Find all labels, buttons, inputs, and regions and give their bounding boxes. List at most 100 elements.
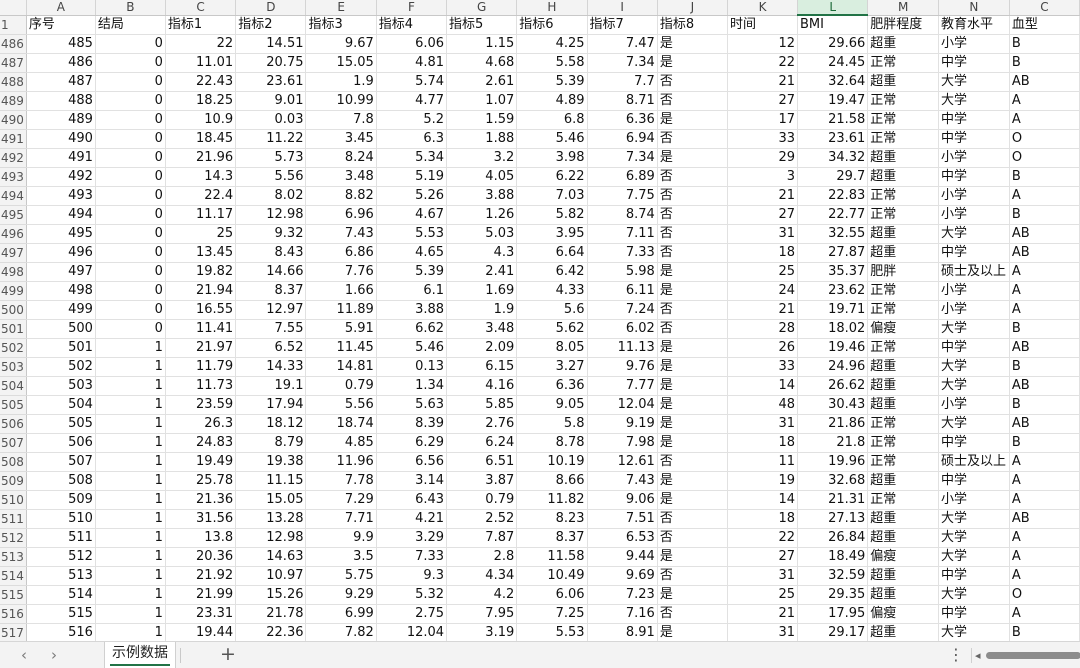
table-cell[interactable]: AB	[1009, 243, 1080, 263]
row-number[interactable]: 510	[0, 490, 27, 510]
table-cell[interactable]: 7.8	[305, 110, 377, 130]
table-cell[interactable]: 21.96	[165, 148, 237, 168]
table-cell[interactable]: 33	[727, 129, 799, 149]
table-cell[interactable]: 11.96	[305, 452, 377, 472]
table-cell[interactable]: 3.48	[446, 319, 518, 339]
table-cell[interactable]: 正常	[867, 129, 939, 149]
table-cell[interactable]: 大学	[938, 547, 1010, 567]
table-cell[interactable]: 32.59	[797, 566, 869, 586]
table-cell[interactable]: 8.71	[587, 91, 658, 111]
column-title[interactable]: 指标6	[516, 15, 588, 35]
table-cell[interactable]: 1.59	[446, 110, 518, 130]
table-cell[interactable]: 1	[95, 528, 166, 548]
table-cell[interactable]: 8.05	[516, 338, 588, 358]
table-cell[interactable]: 7.55	[235, 319, 307, 339]
table-cell[interactable]: 1	[95, 414, 166, 434]
table-cell[interactable]: 0.13	[376, 357, 448, 377]
table-cell[interactable]: 否	[657, 452, 729, 472]
table-cell[interactable]: 7.33	[587, 243, 658, 263]
table-cell[interactable]: 5.26	[376, 186, 448, 206]
table-cell[interactable]: 23.61	[797, 129, 869, 149]
table-cell[interactable]: 小学	[938, 186, 1010, 206]
table-cell[interactable]: 17.95	[797, 604, 869, 624]
table-cell[interactable]: 21	[727, 604, 799, 624]
table-cell[interactable]: 8.39	[376, 414, 448, 434]
table-cell[interactable]: 506	[26, 433, 96, 453]
table-cell[interactable]: 1	[95, 566, 166, 586]
table-cell[interactable]: 16.55	[165, 300, 237, 320]
table-cell[interactable]: 4.25	[516, 34, 588, 54]
row-number[interactable]: 497	[0, 243, 27, 263]
table-cell[interactable]: 10.9	[165, 110, 237, 130]
table-cell[interactable]: 否	[657, 186, 729, 206]
table-cell[interactable]: 7.24	[587, 300, 658, 320]
table-cell[interactable]: 中学	[938, 167, 1010, 187]
table-cell[interactable]: 正常	[867, 452, 939, 472]
table-cell[interactable]: 6.02	[587, 319, 658, 339]
table-cell[interactable]: 大学	[938, 509, 1010, 529]
table-cell[interactable]: 1	[95, 433, 166, 453]
table-cell[interactable]: 8.91	[587, 623, 658, 641]
table-cell[interactable]: 3.45	[305, 129, 377, 149]
table-cell[interactable]: 22	[165, 34, 237, 54]
table-cell[interactable]: 小学	[938, 148, 1010, 168]
table-cell[interactable]: 21	[727, 300, 799, 320]
table-cell[interactable]: 否	[657, 509, 729, 529]
table-cell[interactable]: 6.64	[516, 243, 588, 263]
table-cell[interactable]: 1.69	[446, 281, 518, 301]
table-cell[interactable]: 18	[727, 433, 799, 453]
table-cell[interactable]: 5.56	[305, 395, 377, 415]
table-cell[interactable]: 7.29	[305, 490, 377, 510]
add-sheet-button[interactable]: +	[218, 642, 238, 668]
table-cell[interactable]: A	[1009, 528, 1080, 548]
table-cell[interactable]: 0	[95, 300, 166, 320]
row-number[interactable]: 487	[0, 53, 27, 73]
table-cell[interactable]: 5.58	[516, 53, 588, 73]
table-cell[interactable]: 7.11	[587, 224, 658, 244]
table-cell[interactable]: 18.02	[797, 319, 869, 339]
row-number[interactable]: 486	[0, 34, 27, 54]
table-cell[interactable]: 6.15	[446, 357, 518, 377]
table-cell[interactable]: 9.76	[587, 357, 658, 377]
table-cell[interactable]: 0.03	[235, 110, 307, 130]
table-cell[interactable]: 516	[26, 623, 96, 641]
row-number[interactable]: 512	[0, 528, 27, 548]
table-cell[interactable]: 9.29	[305, 585, 377, 605]
table-cell[interactable]: 18.45	[165, 129, 237, 149]
table-cell[interactable]: 7.76	[305, 262, 377, 282]
table-cell[interactable]: B	[1009, 34, 1080, 54]
table-cell[interactable]: 大学	[938, 623, 1010, 641]
table-cell[interactable]: 1	[95, 490, 166, 510]
table-cell[interactable]: 11.01	[165, 53, 237, 73]
table-cell[interactable]: 22	[727, 53, 799, 73]
table-cell[interactable]: 7.95	[446, 604, 518, 624]
table-cell[interactable]: B	[1009, 205, 1080, 225]
table-cell[interactable]: 24.83	[165, 433, 237, 453]
row-number[interactable]: 511	[0, 509, 27, 529]
table-cell[interactable]: 9.3	[376, 566, 448, 586]
column-title[interactable]: 血型	[1009, 15, 1080, 35]
column-header-b[interactable]: B	[95, 0, 166, 16]
table-cell[interactable]: 22.77	[797, 205, 869, 225]
table-cell[interactable]: 23.31	[165, 604, 237, 624]
table-cell[interactable]: 22.43	[165, 72, 237, 92]
table-cell[interactable]: 14.81	[305, 357, 377, 377]
table-cell[interactable]: 正常	[867, 205, 939, 225]
table-cell[interactable]: 3.48	[305, 167, 377, 187]
table-cell[interactable]: 6.06	[376, 34, 448, 54]
table-cell[interactable]: 5.91	[305, 319, 377, 339]
table-cell[interactable]: 15.26	[235, 585, 307, 605]
table-cell[interactable]: 499	[26, 300, 96, 320]
table-cell[interactable]: AB	[1009, 338, 1080, 358]
table-cell[interactable]: 9.67	[305, 34, 377, 54]
table-cell[interactable]: 14.33	[235, 357, 307, 377]
table-cell[interactable]: 大学	[938, 357, 1010, 377]
table-cell[interactable]: 23.59	[165, 395, 237, 415]
table-cell[interactable]: 19.46	[797, 338, 869, 358]
table-cell[interactable]: 18.74	[305, 414, 377, 434]
table-cell[interactable]: 7.78	[305, 471, 377, 491]
column-title[interactable]: BMI	[797, 15, 869, 35]
column-title[interactable]: 肥胖程度	[867, 15, 939, 35]
column-header-a[interactable]: A	[26, 0, 96, 16]
table-cell[interactable]: 4.3	[446, 243, 518, 263]
